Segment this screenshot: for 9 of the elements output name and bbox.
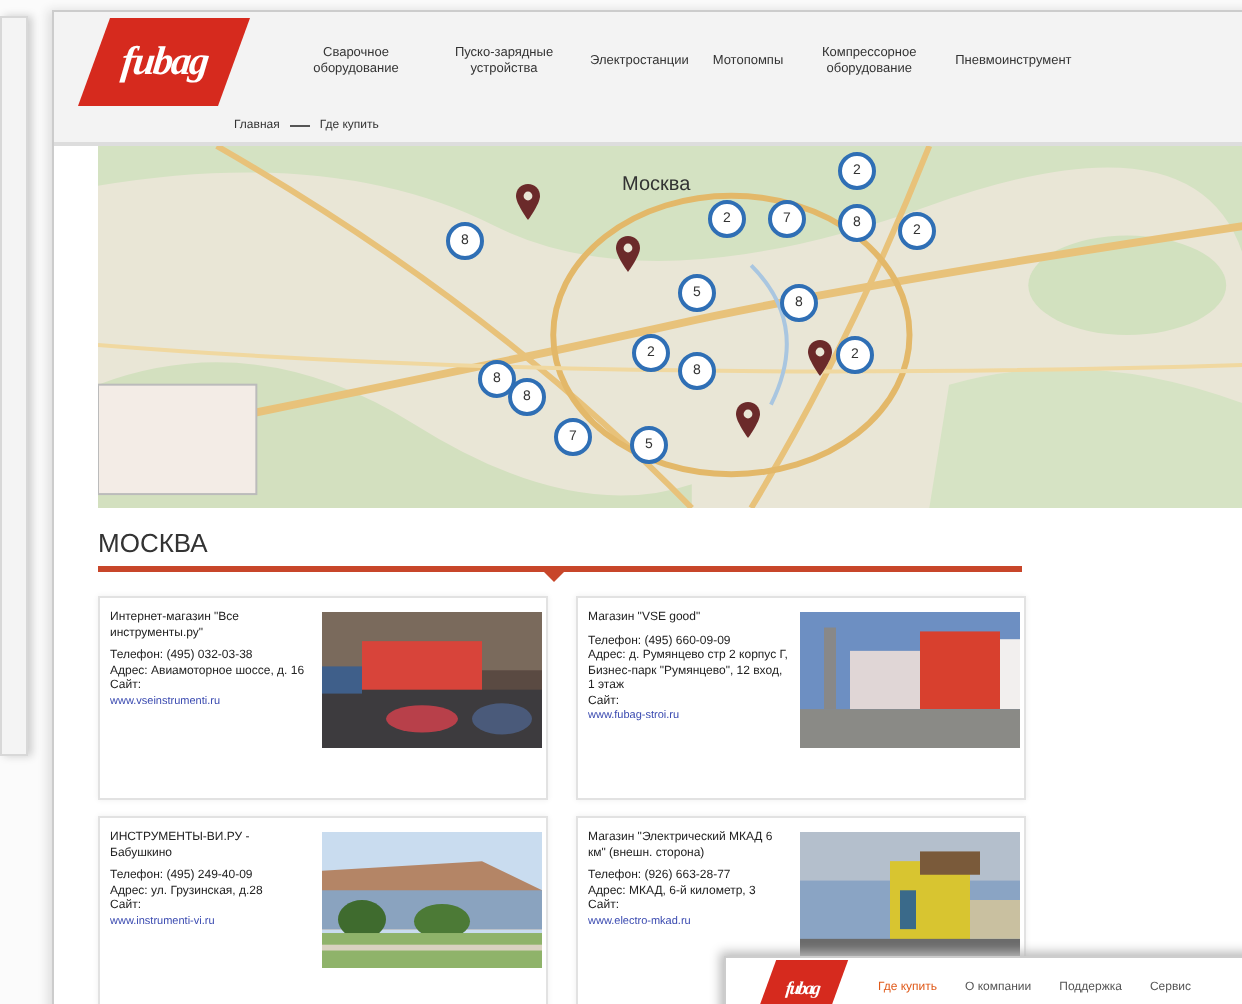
map-label: Москва [622, 174, 691, 196]
separator-icon [289, 122, 310, 130]
map-pin-icon[interactable] [516, 184, 540, 220]
logo[interactable]: fubag [78, 18, 250, 106]
map-pin-icon[interactable] [736, 402, 760, 438]
map-pin-icon[interactable] [616, 236, 640, 272]
logo[interactable]: fubag [755, 960, 849, 1004]
section-title: МОСКВА [98, 528, 210, 560]
map-pin-icon[interactable] [808, 340, 832, 376]
